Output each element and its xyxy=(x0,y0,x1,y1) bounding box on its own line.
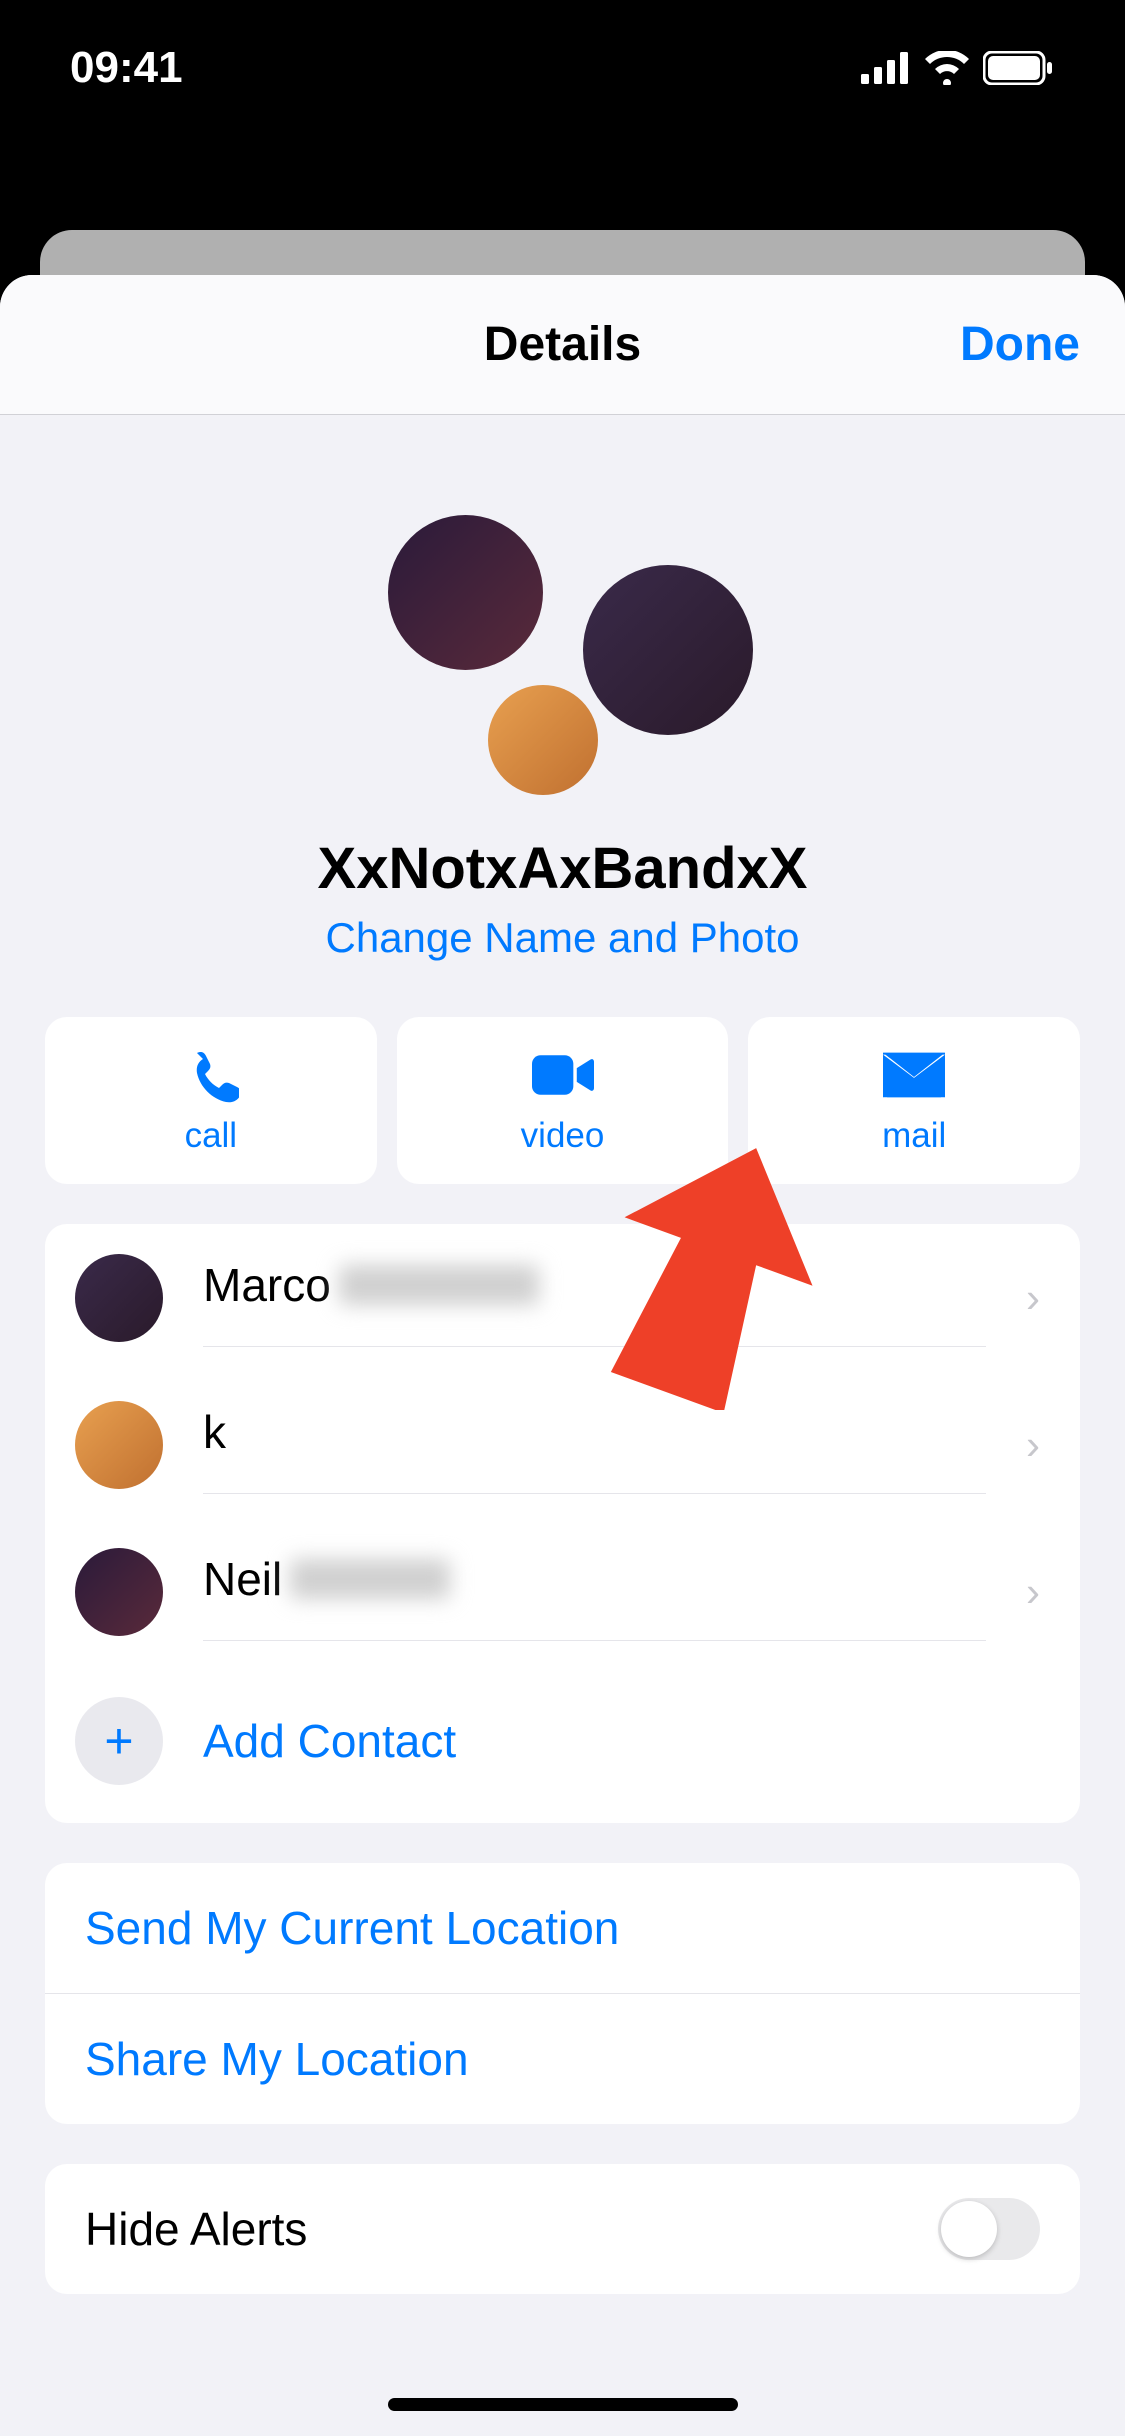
member-row[interactable]: Marco › xyxy=(45,1224,1080,1371)
member-name: Marco xyxy=(203,1258,331,1312)
switch-thumb xyxy=(941,2201,997,2257)
nav-header: Details Done xyxy=(0,275,1125,415)
home-indicator[interactable] xyxy=(388,2398,738,2411)
chevron-right-icon: › xyxy=(1026,1421,1050,1469)
member-row[interactable]: k › xyxy=(45,1371,1080,1518)
avatar xyxy=(75,1254,163,1342)
status-bar: 09:41 xyxy=(0,0,1125,135)
alerts-card: Hide Alerts xyxy=(45,2164,1080,2294)
avatar xyxy=(583,565,753,735)
group-avatars xyxy=(373,515,753,795)
battery-icon xyxy=(983,51,1055,85)
cellular-icon xyxy=(861,52,911,84)
share-location-button[interactable]: Share My Location xyxy=(45,1994,1080,2124)
page-title: Details xyxy=(484,317,641,372)
hide-alerts-label: Hide Alerts xyxy=(85,2202,307,2256)
status-time: 09:41 xyxy=(70,43,183,93)
done-button[interactable]: Done xyxy=(960,317,1080,372)
call-label: call xyxy=(185,1116,238,1156)
chevron-right-icon: › xyxy=(1026,1274,1050,1322)
avatar xyxy=(75,1401,163,1489)
members-card: Marco › k › Neil › + xyxy=(45,1224,1080,1823)
video-label: video xyxy=(521,1116,605,1156)
avatar xyxy=(488,685,598,795)
member-name: Neil xyxy=(203,1552,282,1606)
call-button[interactable]: call xyxy=(45,1017,377,1184)
phone-icon xyxy=(180,1049,242,1101)
add-contact-label: Add Contact xyxy=(203,1714,456,1768)
details-sheet: Details Done XxNotxAxBandxX Change Name … xyxy=(0,275,1125,2436)
redacted-text xyxy=(290,1559,450,1599)
member-row[interactable]: Neil › xyxy=(45,1518,1080,1665)
group-name: XxNotxAxBandxX xyxy=(0,835,1125,902)
redacted-text xyxy=(339,1265,539,1305)
mail-label: mail xyxy=(882,1116,946,1156)
mail-icon xyxy=(883,1049,945,1101)
plus-icon: + xyxy=(75,1697,163,1785)
video-button[interactable]: video xyxy=(397,1017,729,1184)
status-icons xyxy=(861,51,1055,85)
action-buttons: call video mail xyxy=(0,962,1125,1184)
content: XxNotxAxBandxX Change Name and Photo cal… xyxy=(0,515,1125,2294)
hide-alerts-switch[interactable] xyxy=(938,2198,1040,2260)
location-card: Send My Current Location Share My Locati… xyxy=(45,1863,1080,2124)
mail-button[interactable]: mail xyxy=(748,1017,1080,1184)
add-contact-button[interactable]: + Add Contact xyxy=(45,1665,1080,1823)
video-icon xyxy=(532,1049,594,1101)
avatar xyxy=(388,515,543,670)
hide-alerts-row: Hide Alerts xyxy=(45,2164,1080,2294)
avatar xyxy=(75,1548,163,1636)
member-name: k xyxy=(203,1405,226,1459)
send-location-button[interactable]: Send My Current Location xyxy=(45,1863,1080,1994)
change-name-photo-link[interactable]: Change Name and Photo xyxy=(0,914,1125,962)
chevron-right-icon: › xyxy=(1026,1568,1050,1616)
wifi-icon xyxy=(923,51,971,85)
